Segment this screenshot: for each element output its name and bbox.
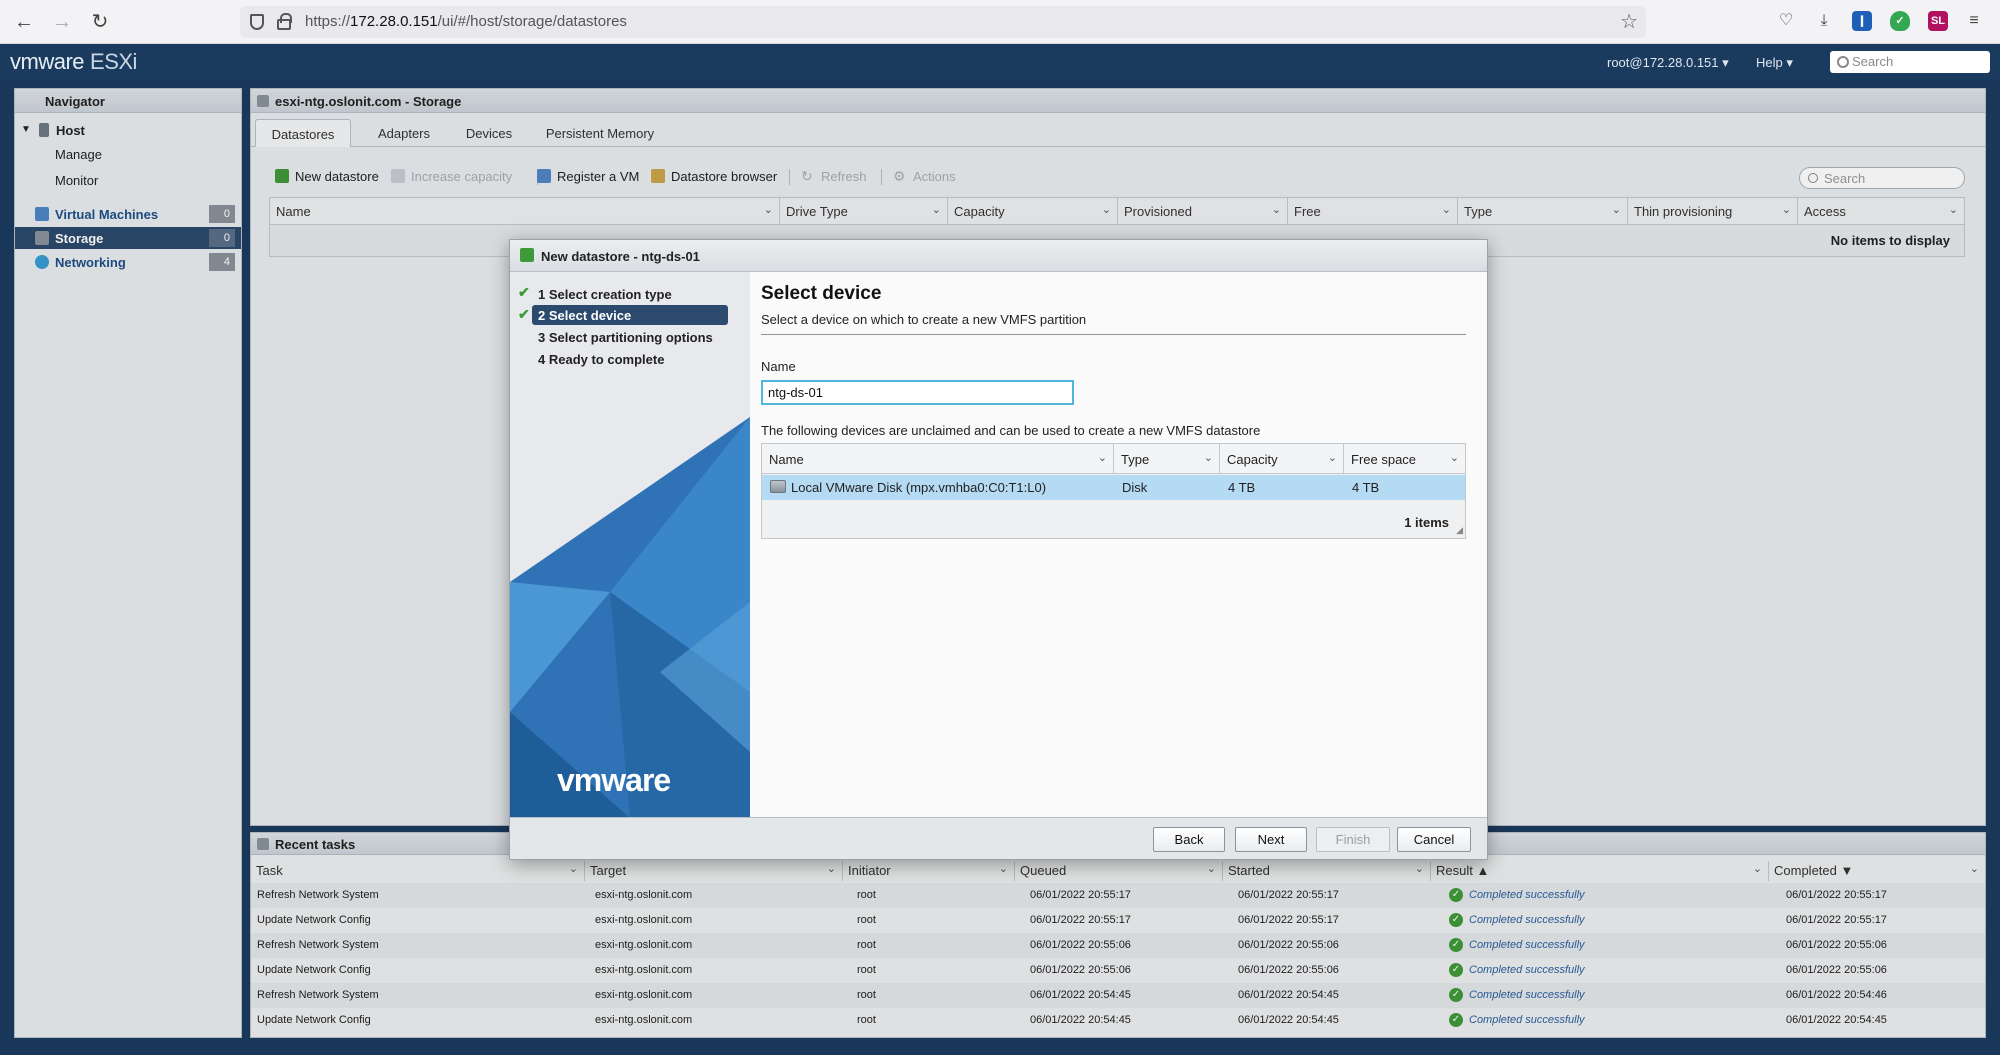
next-button[interactable]: Next bbox=[1235, 827, 1307, 852]
reload-icon[interactable]: ↻ bbox=[88, 10, 112, 34]
pocket-icon[interactable]: ♡ bbox=[1776, 11, 1796, 31]
device-row-selected[interactable]: Local VMware Disk (mpx.vmhba0:C0:T1:L0) … bbox=[762, 475, 1465, 500]
help-menu[interactable]: Help ▾ bbox=[1756, 55, 1793, 71]
bookmark-star-icon[interactable]: ☆ bbox=[1620, 9, 1638, 34]
disk-icon bbox=[770, 480, 786, 493]
step-1-check-icon: ✔ bbox=[518, 284, 530, 300]
shield-icon[interactable] bbox=[250, 14, 264, 30]
step-select-partitioning-options[interactable]: 3 Select partitioning options bbox=[532, 327, 728, 347]
device-column-free-space[interactable]: Free space ⌄ bbox=[1344, 444, 1465, 473]
dialog-title: New datastore - ntg-ds-01 bbox=[510, 240, 1487, 272]
page-heading: Select device bbox=[761, 283, 882, 304]
divider bbox=[761, 334, 1466, 335]
step-2-check-icon: ✔ bbox=[518, 306, 530, 322]
vmware-logo: vmware bbox=[557, 762, 671, 798]
device-column-capacity[interactable]: Capacity ⌄ bbox=[1220, 444, 1344, 473]
user-menu[interactable]: root@172.28.0.151 ▾ bbox=[1607, 55, 1729, 71]
extension-badge[interactable]: SL bbox=[1928, 11, 1948, 31]
wizard-content: Select device Select a device on which t… bbox=[750, 272, 1487, 818]
step-select-creation-type[interactable]: 1 Select creation type bbox=[532, 284, 728, 304]
dialog-footer: Back Next Finish Cancel bbox=[510, 817, 1487, 859]
step-select-device[interactable]: 2 Select device bbox=[532, 305, 728, 325]
download-icon[interactable]: ⤓ bbox=[1814, 11, 1834, 31]
lock-icon[interactable] bbox=[277, 13, 292, 30]
back-button[interactable]: Back bbox=[1153, 827, 1225, 852]
bitwarden-icon[interactable]: ❙ bbox=[1852, 11, 1872, 31]
shield-extension-icon[interactable]: ✓ bbox=[1890, 11, 1910, 31]
devices-description: The following devices are unclaimed and … bbox=[761, 423, 1261, 438]
forward-arrow-icon[interactable]: → bbox=[50, 10, 74, 34]
device-column-name[interactable]: Name ⌄ bbox=[762, 444, 1114, 473]
name-label: Name bbox=[761, 359, 796, 374]
new-datastore-icon bbox=[520, 248, 534, 262]
vmware-esxi-logo: vmware ESXi bbox=[10, 49, 137, 74]
page-subtitle: Select a device on which to create a new… bbox=[761, 312, 1087, 327]
back-arrow-icon[interactable]: ← bbox=[12, 10, 36, 34]
device-column-type[interactable]: Type ⌄ bbox=[1114, 444, 1220, 473]
resize-handle-icon[interactable]: ◢ bbox=[1456, 525, 1463, 536]
device-grid: Name ⌄ Type ⌄ Capacity ⌄ Free space ⌄ Local … bbox=[761, 443, 1466, 539]
cancel-button[interactable]: Cancel bbox=[1397, 827, 1471, 852]
new-datastore-dialog: New datastore - ntg-ds-01 ✔ 1 Select cre… bbox=[509, 239, 1488, 860]
menu-icon[interactable]: ≡ bbox=[1964, 11, 1984, 31]
items-count: 1 items bbox=[1404, 515, 1449, 530]
wizard-steps-panel: ✔ 1 Select creation type ✔ 2 Select devi… bbox=[510, 272, 750, 818]
device-grid-header: Name ⌄ Type ⌄ Capacity ⌄ Free space ⌄ bbox=[762, 444, 1465, 474]
url-text[interactable]: https://172.28.0.151/ui/#/host/storage/d… bbox=[305, 13, 627, 30]
step-ready-to-complete[interactable]: 4 Ready to complete bbox=[532, 349, 728, 369]
header-search[interactable]: Search bbox=[1830, 51, 1990, 73]
browser-toolbar: ← → ↻ https://172.28.0.151/ui/#/host/sto… bbox=[0, 0, 2000, 44]
finish-button[interactable]: Finish bbox=[1316, 827, 1390, 852]
url-bar[interactable]: https://172.28.0.151/ui/#/host/storage/d… bbox=[240, 6, 1646, 38]
datastore-name-input[interactable] bbox=[761, 380, 1074, 405]
esxi-header: vmware ESXi root@172.28.0.151 ▾ Help ▾ Se… bbox=[0, 44, 2000, 80]
